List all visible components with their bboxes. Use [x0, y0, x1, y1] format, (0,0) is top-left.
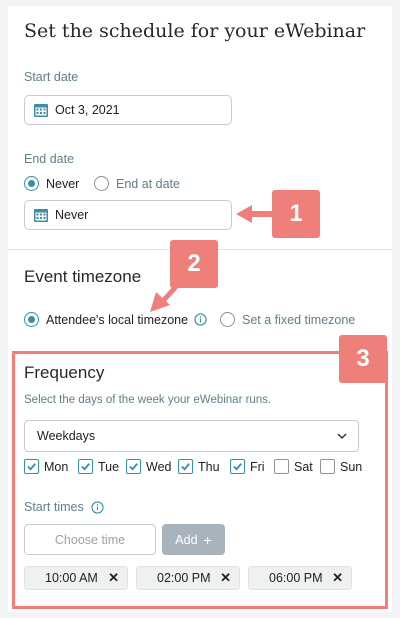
fixed-timezone-label: Set a fixed timezone: [242, 312, 356, 327]
checkbox-checked-icon: [78, 459, 93, 474]
chevron-down-icon: [337, 433, 347, 440]
local-timezone-label: Attendee's local timezone: [46, 312, 189, 327]
radio-unselected-icon: [94, 176, 109, 191]
arrow-down-left-icon: [150, 278, 184, 312]
add-time-button[interactable]: Add +: [162, 524, 225, 555]
day-checkbox-3[interactable]: Thu: [178, 459, 220, 474]
end-never-radio[interactable]: Never: [24, 176, 79, 191]
radio-unselected-icon: [220, 312, 235, 327]
callout-3: 3: [339, 335, 387, 383]
timezone-title: Event timezone: [24, 267, 142, 286]
add-label: Add: [175, 532, 198, 547]
end-at-date-label: End at date: [116, 176, 180, 191]
checkbox-checked-icon: [178, 459, 193, 474]
plus-icon: +: [203, 531, 212, 548]
calendar-icon: [34, 103, 48, 117]
frequency-title: Frequency: [24, 363, 105, 382]
calendar-icon: [34, 208, 48, 222]
frequency-select[interactable]: Weekdays: [24, 420, 359, 452]
radio-selected-icon: [24, 312, 39, 327]
day-label: Thu: [198, 459, 220, 474]
choose-time-placeholder: Choose time: [54, 532, 126, 547]
start-time-value: 10:00 AM: [45, 571, 98, 585]
end-never-label: Never: [46, 176, 80, 191]
schedule-title: Set the schedule for your eWebinar: [24, 20, 366, 42]
checkbox-checked-icon: [24, 459, 39, 474]
day-label: Mon: [44, 459, 69, 474]
info-icon[interactable]: [91, 500, 104, 514]
start-date-value: Oct 3, 2021: [55, 103, 120, 117]
end-date-value: Never: [55, 208, 89, 222]
start-time-chip: 06:00 PM ✕: [248, 566, 352, 590]
remove-time-icon[interactable]: ✕: [332, 570, 343, 586]
start-times-text: Start times: [24, 500, 84, 514]
frequency-description: Select the days of the week your eWebina…: [24, 394, 272, 406]
checkbox-unchecked-icon: [320, 459, 335, 474]
arrow-left-icon: [236, 205, 274, 223]
day-checkbox-5[interactable]: Sat: [274, 459, 313, 474]
day-label: Sun: [340, 459, 363, 474]
local-timezone-radio[interactable]: Attendee's local timezone: [24, 312, 207, 327]
info-icon[interactable]: [194, 313, 207, 326]
end-at-date-radio[interactable]: End at date: [94, 176, 180, 191]
callout-1: 1: [272, 190, 320, 238]
start-time-chip: 02:00 PM ✕: [136, 566, 240, 590]
checkbox-checked-icon: [126, 459, 141, 474]
start-date-label: Start date: [24, 70, 79, 84]
day-label: Wed: [146, 459, 172, 474]
start-date-field[interactable]: Oct 3, 2021: [24, 95, 232, 125]
checkbox-checked-icon: [230, 459, 245, 474]
day-label: Sat: [294, 459, 313, 474]
choose-time-input[interactable]: Choose time: [24, 524, 156, 555]
day-checkbox-2[interactable]: Wed: [126, 459, 171, 474]
frequency-selected-option: Weekdays: [37, 429, 96, 443]
schedule-panel: Set the schedule for your eWebinar Start…: [8, 6, 392, 612]
day-checkbox-4[interactable]: Fri: [230, 459, 265, 474]
day-checkbox-6[interactable]: Sun: [320, 459, 362, 474]
start-time-value: 02:00 PM: [157, 571, 211, 585]
day-label: Fri: [250, 459, 265, 474]
end-date-field[interactable]: Never: [24, 200, 232, 230]
start-time-chip: 10:00 AM ✕: [24, 566, 128, 590]
end-date-label: End date: [24, 152, 75, 166]
fixed-timezone-radio[interactable]: Set a fixed timezone: [220, 312, 355, 327]
callout-number: 2: [187, 250, 201, 277]
radio-selected-icon: [24, 176, 39, 191]
remove-time-icon[interactable]: ✕: [220, 570, 231, 586]
remove-time-icon[interactable]: ✕: [108, 570, 119, 586]
start-times-label: Start times: [24, 500, 104, 514]
day-checkbox-1[interactable]: Tue: [78, 459, 119, 474]
day-label: Tue: [98, 459, 120, 474]
checkbox-unchecked-icon: [274, 459, 289, 474]
callout-number: 3: [356, 345, 370, 372]
day-checkbox-0[interactable]: Mon: [24, 459, 68, 474]
callout-number: 1: [289, 200, 303, 227]
start-time-value: 06:00 PM: [269, 571, 323, 585]
